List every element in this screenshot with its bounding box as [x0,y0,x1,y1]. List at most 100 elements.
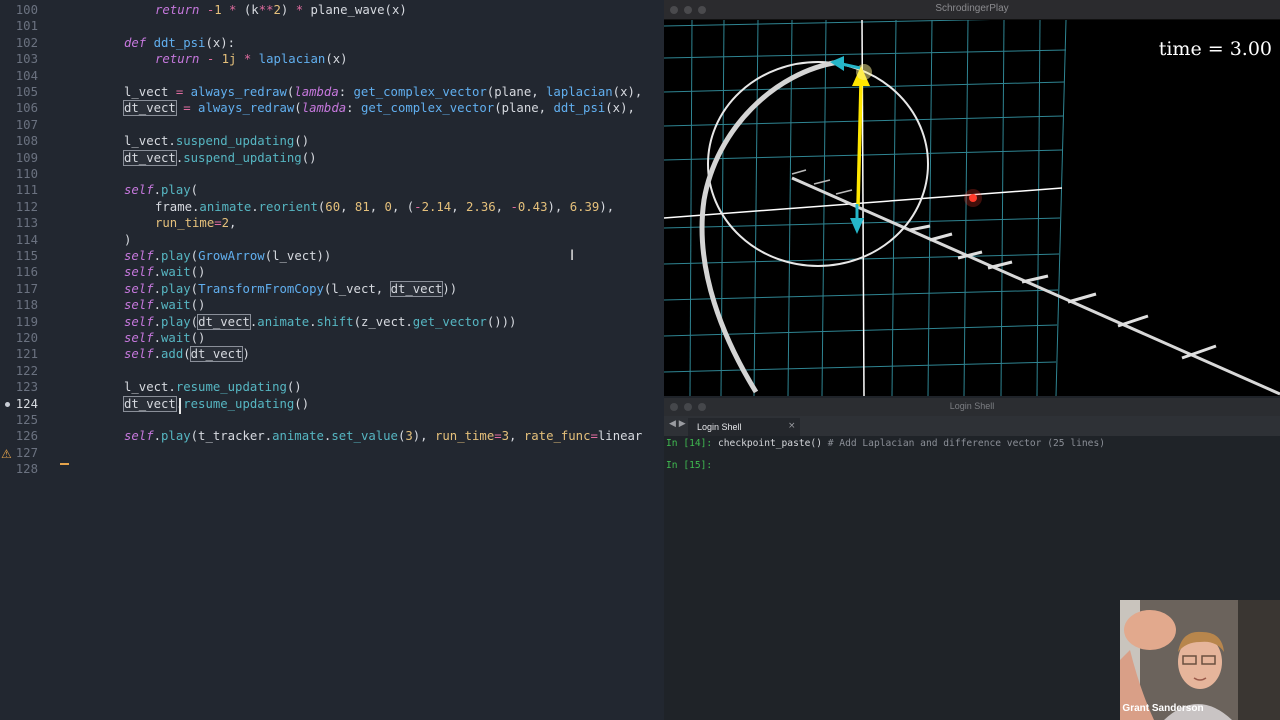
code-line[interactable]: 110 [0,166,664,182]
line-number: 120 [15,331,38,345]
code-line[interactable]: 109 dt_vect.suspend_updating() [0,149,664,166]
code-line[interactable]: 105 l_vect = always_redraw(lambda: get_co… [0,84,664,100]
terminal-tab-bar: ◀ ▶ Login Shell × [664,416,1280,436]
line-number: 110 [15,167,38,181]
code-text[interactable]: l_vect.suspend_updating() [124,133,309,149]
code-line[interactable]: 119 self.play(dt_vect.animate.shift(z_vec… [0,313,664,330]
window-title: SchrodingerPlay [935,3,1009,14]
code-text[interactable]: self.play(TransformFromCopy(l_vect, dt_v… [124,280,457,297]
line-number: 126 [15,429,38,444]
code-text[interactable]: return - 1j * laplacian(x) [155,51,348,67]
code-line[interactable]: 117 self.play(TransformFromCopy(l_vect, d… [0,280,664,297]
code-text[interactable]: dt_vect.suspend_updating() [123,149,317,166]
code-line[interactable]: 106 dt_vect = always_redraw(lambda: get_c… [0,100,664,117]
code-line[interactable]: 120 self.wait() [0,330,664,346]
presenter-name: Grant Sanderson [1122,703,1204,714]
line-number: 109 [15,150,38,165]
line-number: 116 [15,265,38,280]
code-line[interactable]: 100 return -1 * (k**2) * plane_wave(x) [0,2,664,18]
code-line[interactable]: 108 l_vect.suspend_updating() [0,133,664,149]
code-line[interactable]: 121 self.add(dt_vect) [0,346,664,363]
code-line[interactable]: 115 self.play(GrowArrow(l_vect)) [0,248,664,264]
code-text[interactable]: l_vect.resume_updating() [124,379,302,395]
code-line[interactable]: 111 self.play( [0,182,664,198]
line-number: 113 [15,216,38,231]
terminal-prompt: In [14]: [666,438,713,449]
code-text[interactable]: self.wait() [124,297,205,313]
code-line[interactable]: 116 self.wait() [0,264,664,280]
code-text[interactable]: self.play(GrowArrow(l_vect)) [124,248,331,264]
tab-login-shell[interactable]: Login Shell × [688,418,800,436]
line-number: 127 [15,445,38,460]
code-line[interactable]: ⚠ 127 [0,445,664,461]
code-line[interactable]: 123 l_vect.resume_updating() [0,379,664,395]
line-number: 111 [15,183,38,198]
line-number: 105 [15,85,38,99]
code-text[interactable]: self.play(t_tracker.animate.set_value(3)… [124,428,642,444]
line-number: 106 [15,101,38,116]
code-text[interactable]: l_vect = always_redraw(lambda: get_compl… [124,84,642,100]
code-line[interactable]: 113 run_time=2, [0,215,664,231]
code-text[interactable]: def ddt_psi(x): [124,35,235,51]
code-text[interactable]: self.add(dt_vect) [124,346,250,363]
line-number: 124 [15,396,38,411]
depth-axis [791,176,1280,396]
animation-canvas[interactable] [664,20,1280,396]
terminal-prompt: In [15]: [666,460,713,471]
line-number: 117 [15,281,38,296]
code-line[interactable]: 128 [0,461,664,477]
tab-label: Login Shell [697,422,742,432]
terminal-line-1: In [14]: checkpoint_paste() # Add Laplac… [666,438,1105,449]
tab-nav-arrows-icon[interactable]: ◀ ▶ [669,419,686,429]
line-number: 108 [15,134,38,149]
code-text[interactable]: run_time=2, [155,215,236,231]
code-editor[interactable]: 100 return -1 * (k**2) * plane_wave(x) 101… [0,0,664,720]
code-line[interactable]: 103 return - 1j * laplacian(x) [0,51,664,67]
code-line[interactable]: 122 [0,363,664,379]
code-line[interactable]: 118 self.wait() [0,297,664,313]
code-line[interactable]: 124 dt_vect.resume_updating() [0,395,664,412]
line-number: 112 [15,199,38,214]
line-number: 104 [15,68,38,83]
text-cursor [179,398,181,414]
axis-ticks [909,224,1217,360]
line-number: 115 [15,249,38,263]
code-text[interactable]: dt_vect.resume_updating() [123,395,309,412]
code-text[interactable]: self.play( [124,182,198,198]
code-line[interactable]: 112 frame.animate.reorient(60, 81, 0, (-2… [0,199,664,215]
terminal-title: Login Shell [949,401,995,411]
line-number: 118 [15,298,38,313]
code-text[interactable]: ) [124,232,131,248]
code-text[interactable]: frame.animate.reorient(60, 81, 0, (-2.14… [155,199,614,215]
terminal-line-2[interactable]: In [15]: [666,460,712,471]
code-line[interactable]: 101 [0,18,664,34]
line-number: 119 [15,314,38,329]
window-titlebar[interactable]: SchrodingerPlay [664,0,1280,20]
code-text[interactable]: self.wait() [124,264,205,280]
presenter-image [1120,600,1280,720]
code-text[interactable]: self.play(dt_vect.animate.shift(z_vect.g… [124,313,516,330]
ibeam-cursor-icon: I [570,248,575,264]
code-text[interactable]: dt_vect = always_redraw(lambda: get_comp… [123,100,635,117]
code-text[interactable]: return -1 * (k**2) * plane_wave(x) [155,2,407,18]
line-number: 128 [15,462,38,477]
terminal-comment: # Add Laplacian and difference vector (2… [827,438,1105,449]
warning-squiggle [60,463,69,465]
terminal-titlebar[interactable]: Login Shell [664,398,1280,416]
tab-close-icon[interactable]: × [788,421,796,431]
terminal-command: checkpoint_paste() [718,438,822,449]
line-number: 125 [15,413,38,427]
code-line[interactable]: 125 [0,412,664,428]
code-line[interactable]: 126 self.play(t_tracker.animate.set_value… [0,428,664,444]
schrodinger-play-window[interactable]: SchrodingerPlay time = 3.00 [664,0,1280,396]
code-line[interactable]: 114) [0,232,664,248]
line-number: 102 [15,35,38,50]
line-number: 123 [15,380,38,395]
time-readout: time = 3.00 [1158,38,1272,60]
code-text[interactable]: self.wait() [124,330,205,346]
code-line[interactable]: 104 [0,68,664,84]
line-number: 121 [15,347,38,362]
code-line[interactable]: 107 [0,117,664,133]
code-line[interactable]: 102 def ddt_psi(x): [0,35,664,51]
line-number: 114 [15,232,38,247]
